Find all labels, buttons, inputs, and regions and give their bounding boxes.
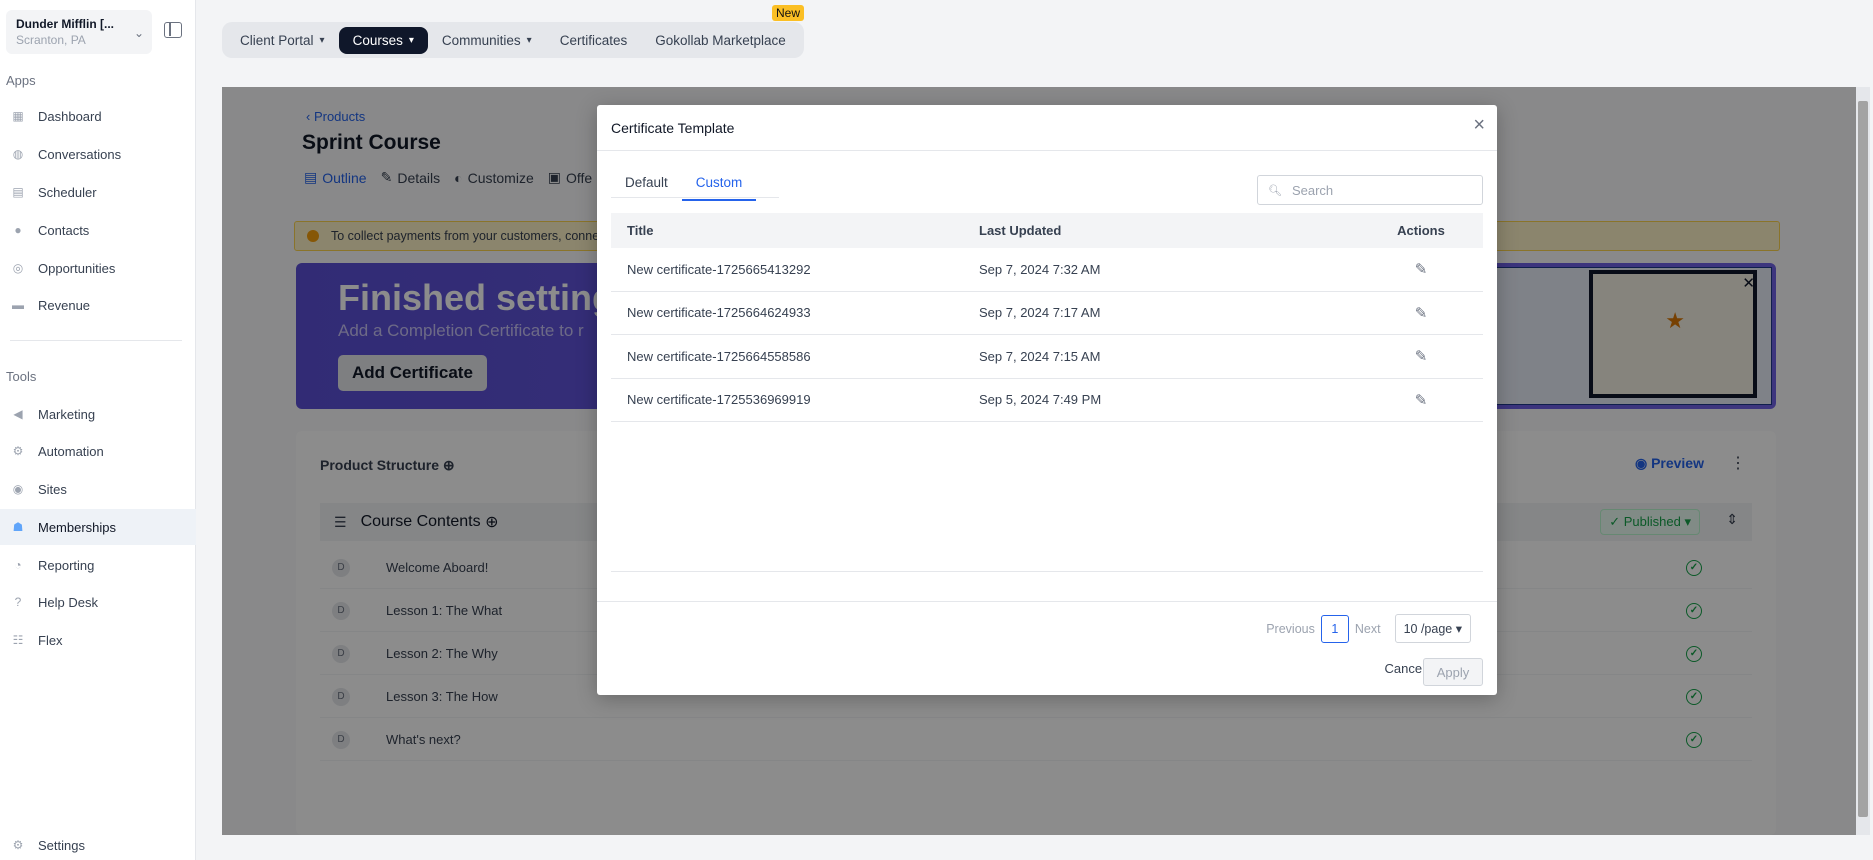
tools-section-label: Tools [6, 369, 37, 384]
sidebar-item-reporting[interactable]: ◔ Reporting [0, 547, 196, 583]
row-title: New certificate-1725536969919 [627, 392, 811, 408]
calendar-icon: ▤ [12, 185, 24, 199]
edit-icon[interactable]: ✎ [1415, 304, 1428, 322]
row-title: New certificate-1725665413292 [627, 261, 811, 277]
user-icon: ● [14, 223, 22, 237]
table-row[interactable]: New certificate-1725665413292 Sep 7, 202… [611, 248, 1483, 292]
chevron-down-icon: ▾ [319, 34, 325, 46]
chevron-down-icon: ▾ [1455, 622, 1462, 636]
sidebar-item-marketing[interactable]: ◀ Marketing [0, 396, 196, 432]
page-size-select[interactable]: 10 /page ▾ [1394, 614, 1471, 643]
sidebar-item-settings[interactable]: ⚙ Settings [0, 827, 196, 860]
column-last-updated: Last Updated [979, 223, 1062, 238]
search-icon: 🔍︎ [1268, 184, 1282, 197]
chevron-down-icon: ⌄ [133, 26, 144, 40]
tab-client-portal[interactable]: Client Portal ▾ [226, 27, 339, 54]
top-navigation: Client Portal ▾ Courses ▾ Communities ▾ Cer… [222, 22, 804, 58]
next-page-button[interactable]: Next [1355, 622, 1381, 636]
edit-icon[interactable]: ✎ [1415, 347, 1428, 365]
row-title: New certificate-1725664624933 [627, 305, 811, 321]
sidebar-item-opportunities[interactable]: ◎ Opportunities [0, 250, 196, 286]
sidebar-item-revenue[interactable]: ▬ Revenue [0, 287, 196, 323]
account-location: Scranton, PA [16, 33, 86, 47]
chat-icon: ◍ [12, 147, 24, 161]
help-icon: ? [14, 595, 22, 609]
apps-section-label: Apps [6, 73, 36, 88]
page-number-button[interactable]: 1 [1320, 614, 1349, 643]
sidebar-item-conversations[interactable]: ◍ Conversations [0, 136, 196, 172]
row-updated: Sep 7, 2024 7:17 AM [979, 305, 1101, 321]
sidebar-toggle-icon[interactable] [164, 22, 182, 38]
tab-gokollab-marketplace[interactable]: Gokollab Marketplace [641, 27, 800, 54]
edit-icon[interactable]: ✎ [1415, 260, 1428, 278]
card-icon: ▬ [12, 298, 24, 312]
sidebar-item-help-desk[interactable]: ? Help Desk [0, 584, 196, 620]
sidebar-item-sites[interactable]: ◉ Sites [0, 471, 196, 507]
chevron-down-icon: ▾ [526, 34, 532, 46]
row-updated: Sep 5, 2024 7:49 PM [979, 392, 1102, 408]
megaphone-icon: ◀ [13, 407, 23, 421]
search-input[interactable]: 🔍︎ Search [1257, 175, 1483, 205]
sidebar-item-flex[interactable]: ☷ Flex [0, 622, 196, 658]
account-switcher[interactable]: Dunder Mifflin [... Scranton, PA ⌄ [6, 10, 152, 54]
row-updated: Sep 7, 2024 7:15 AM [979, 348, 1101, 364]
template-tabs: Default Custom [611, 165, 757, 201]
tab-certificates[interactable]: Certificates [546, 27, 642, 54]
vertical-scrollbar[interactable] [1856, 87, 1870, 835]
sidebar-item-scheduler[interactable]: ▤ Scheduler [0, 174, 196, 210]
pagination: Previous 1 Next 10 /page ▾ [1266, 614, 1471, 643]
previous-page-button[interactable]: Previous [1266, 622, 1315, 636]
gear-icon: ⚙ [12, 838, 24, 852]
target-icon: ◎ [12, 261, 24, 275]
row-updated: Sep 7, 2024 7:32 AM [979, 261, 1101, 277]
cancel-button[interactable]: Cancel [1385, 661, 1425, 676]
tab-default[interactable]: Default [611, 165, 682, 201]
row-title: New certificate-1725664558586 [627, 348, 811, 364]
certificate-template-modal: Certificate Template × Default Custom 🔍︎… [597, 105, 1497, 695]
sidebar-item-automation[interactable]: ⚙ Automation [0, 433, 196, 469]
table-bottom-divider [611, 571, 1483, 572]
members-icon: ☗ [12, 520, 24, 534]
table-header: Title Last Updated Actions [611, 213, 1483, 248]
column-actions: Actions [1397, 223, 1445, 238]
new-badge: New [772, 5, 805, 21]
tabs-underline [611, 197, 779, 198]
table-row[interactable]: New certificate-1725664624933 Sep 7, 202… [611, 292, 1483, 335]
scrollbar-thumb[interactable] [1858, 101, 1868, 817]
dashboard-icon: ▦ [12, 109, 24, 123]
modal-title: Certificate Template [597, 105, 1497, 151]
sidebar-item-dashboard[interactable]: ▦ Dashboard [0, 98, 196, 134]
pie-icon: ◔ [14, 558, 22, 572]
certificate-table: Title Last Updated Actions New certifica… [611, 213, 1483, 422]
globe-icon: ◉ [12, 482, 24, 496]
sidebar-item-contacts[interactable]: ● Contacts [0, 212, 196, 248]
column-title: Title [627, 223, 654, 238]
account-name: Dunder Mifflin [... [16, 17, 114, 31]
close-icon[interactable]: × [1473, 115, 1485, 135]
tab-courses[interactable]: Courses ▾ [338, 26, 428, 54]
edit-icon[interactable]: ✎ [1415, 391, 1428, 409]
gears-icon: ⚙ [12, 444, 24, 458]
tab-custom[interactable]: Custom [681, 165, 757, 201]
sidebar: Dunder Mifflin [... Scranton, PA ⌄ Apps … [0, 0, 196, 860]
chevron-down-icon: ▾ [408, 34, 414, 46]
footer-divider [597, 601, 1497, 602]
sidebar-divider [10, 340, 182, 341]
apply-button[interactable]: Apply [1423, 658, 1483, 686]
table-row[interactable]: New certificate-1725664558586 Sep 7, 202… [611, 335, 1483, 379]
sidebar-item-memberships[interactable]: ☗ Memberships [0, 509, 196, 545]
table-row[interactable]: New certificate-1725536969919 Sep 5, 202… [611, 379, 1483, 422]
tab-communities[interactable]: Communities ▾ [428, 27, 546, 54]
flex-icon: ☷ [12, 633, 24, 647]
